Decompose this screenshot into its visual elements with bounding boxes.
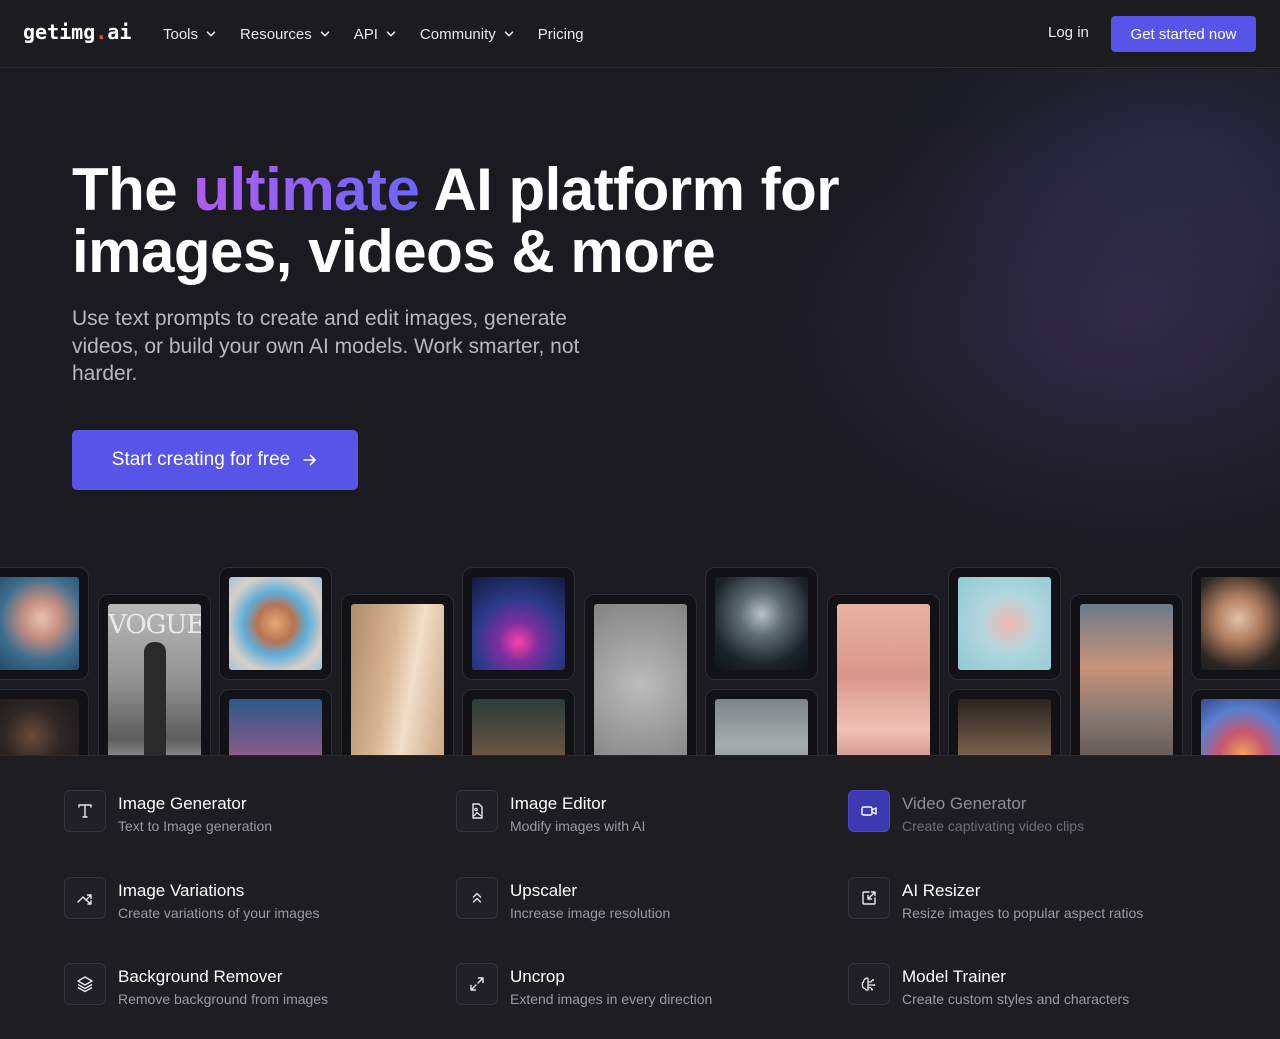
tool-title: Uncrop	[510, 967, 565, 986]
tool-ai-resizer[interactable]: AI Resizer Resize images to popular aspe…	[848, 877, 1143, 922]
vogue-cover-text: VOGUE	[108, 610, 201, 640]
tool-description: Extend images in every direction	[510, 991, 713, 1007]
tool-video-generator[interactable]: Video Generator Create captivating video…	[848, 790, 1084, 835]
nav-item-tools[interactable]: Tools	[163, 24, 216, 44]
tool-title: Background Remover	[118, 967, 283, 986]
nav-item-label: Pricing	[537, 25, 584, 43]
tool-title: Image Variations	[118, 881, 245, 900]
expand-arrows-icon	[456, 963, 498, 1005]
tool-description: Increase image resolution	[510, 905, 671, 921]
image-gallery: VOGUE	[0, 567, 1280, 755]
gallery-image-glass-dancer	[948, 567, 1061, 680]
nav-item-label: Tools	[163, 25, 199, 43]
headline-accent: ultimate	[193, 156, 420, 223]
nav-item-label: Community	[419, 25, 496, 43]
brain-icon	[848, 963, 890, 1005]
tool-title: Image Editor	[510, 794, 607, 813]
gallery-image-alien-figure	[705, 567, 818, 680]
tool-background-remover[interactable]: Background Remover Remove background fro…	[64, 963, 328, 1008]
gallery-image-sketch-head	[584, 594, 697, 755]
nav-item-label: Resources	[240, 25, 312, 43]
gallery-image-balloons	[1191, 689, 1280, 755]
hero-subtitle: Use text prompts to create and edit imag…	[72, 307, 580, 385]
gallery-image-pink-bedroom	[827, 594, 940, 755]
tool-description: Create captivating video clips	[902, 818, 1085, 834]
tool-model-trainer[interactable]: Model Trainer Create custom styles and c…	[848, 963, 1129, 1008]
tool-image-generator[interactable]: Image Generator Text to Image generation	[64, 790, 272, 835]
get-started-button[interactable]: Get started now	[1111, 16, 1256, 52]
gallery-image-interior-room	[341, 594, 454, 755]
start-creating-button[interactable]: Start creating for free	[72, 430, 358, 490]
chevron-down-icon	[320, 31, 329, 37]
logo[interactable]: getimg.ai	[23, 20, 131, 44]
tool-description: Create custom styles and characters	[902, 991, 1130, 1007]
tool-description: Modify images with AI	[510, 818, 646, 834]
tool-title: Video Generator	[902, 794, 1027, 813]
top-navigation: getimg.ai Tools Resources API Community …	[0, 0, 1280, 68]
tool-description: Text to Image generation	[118, 818, 273, 834]
gallery-image-woman-face	[0, 567, 89, 680]
login-link[interactable]: Log in	[1048, 24, 1089, 41]
hero-headline: The ultimate AI platform for images, vid…	[72, 156, 840, 285]
gallery-image-foggy-landscape	[705, 689, 818, 755]
gallery-image-vogue-cover: VOGUE	[98, 594, 211, 755]
gallery-image-eyes-closeup	[462, 689, 575, 755]
tool-title: Image Generator	[118, 794, 247, 813]
tool-uncrop[interactable]: Uncrop Extend images in every direction	[456, 963, 712, 1008]
shuffle-arrows-icon	[64, 877, 106, 919]
chevrons-up-icon	[456, 877, 498, 919]
gallery-image-neon-subway	[462, 567, 575, 680]
tool-image-variations[interactable]: Image Variations Create variations of yo…	[64, 877, 320, 922]
nav-item-api[interactable]: API	[354, 24, 396, 44]
image-edit-icon	[456, 790, 498, 832]
gallery-image-blue-figure	[219, 689, 332, 755]
nav-item-resources[interactable]: Resources	[240, 24, 330, 44]
video-camera-icon	[848, 790, 890, 832]
tools-section: Image Generator Text to Image generation…	[0, 755, 1280, 1039]
nav-item-label: API	[353, 25, 378, 43]
gallery-image-warehouse	[948, 689, 1061, 755]
gallery-image-mirror-sphere	[219, 567, 332, 680]
chevron-down-icon	[386, 31, 396, 37]
gallery-image-astronaut	[1070, 594, 1183, 755]
layers-icon	[64, 963, 106, 1005]
text-t-icon	[64, 790, 106, 832]
tool-description: Remove background from images	[118, 991, 329, 1007]
arrow-right-icon	[303, 454, 317, 466]
chevron-down-icon	[206, 31, 216, 37]
nav-item-community[interactable]: Community	[420, 24, 514, 44]
hero-section: The ultimate AI platform for images, vid…	[0, 69, 1280, 755]
nav-item-pricing[interactable]: Pricing	[538, 24, 584, 44]
tool-upscaler[interactable]: Upscaler Increase image resolution	[456, 877, 670, 922]
tool-image-editor[interactable]: Image Editor Modify images with AI	[456, 790, 645, 835]
chevron-down-icon	[504, 31, 514, 37]
tool-description: Resize images to popular aspect ratios	[902, 905, 1144, 921]
tool-title: Model Trainer	[902, 967, 1006, 986]
tool-title: Upscaler	[510, 881, 578, 900]
gallery-image-dark-portrait	[0, 689, 89, 755]
tool-title: AI Resizer	[902, 881, 981, 900]
start-creating-label: Start creating for free	[111, 449, 291, 470]
tool-description: Create variations of your images	[118, 905, 320, 921]
resize-arrow-icon	[848, 877, 890, 919]
main-menu: Tools Resources API Community Pricing	[163, 24, 608, 44]
gallery-image-robot-woman	[1191, 567, 1280, 680]
